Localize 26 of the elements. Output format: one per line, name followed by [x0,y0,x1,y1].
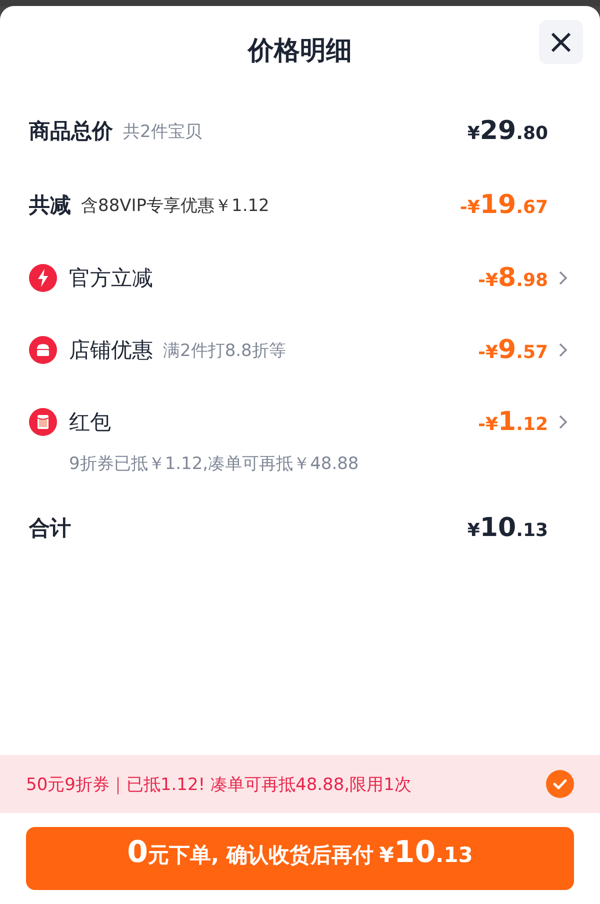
chevron-right-icon[interactable] [558,414,568,430]
price-value: ¥29.80 [467,116,548,146]
row-detail: 9折券已抵￥1.12,凑单可再抵￥48.88 [69,453,360,475]
shop-icon [29,336,57,364]
price-value: -¥9.57 [478,335,548,365]
row-label: 官方立减 [69,265,153,292]
row-note: 共2件宝贝 [123,120,202,142]
price-value: -¥19.67 [460,190,548,220]
lightning-icon [29,264,57,292]
price-value: ¥10.13 [467,513,548,543]
close-button[interactable]: × [539,20,583,64]
checkbox[interactable] [546,770,574,798]
chevron-right-icon[interactable] [558,270,568,286]
row-label: 合计 [29,515,71,542]
envelope-icon [29,408,57,436]
price-value: -¥1.12 [478,407,548,437]
row-label: 红包 [69,409,111,436]
chevron-right-icon[interactable] [558,342,568,358]
row-label: 商品总价 [29,118,113,145]
row-label: 店铺优惠 [69,337,153,364]
coupon-text: 50元9折券｜已抵1.12! 凑单可再抵48.88,限用1次 [26,774,412,796]
row-note: 满2件打8.8折等 [163,340,286,362]
sheet-title: 价格明细 [248,34,352,68]
row-note: 含88VIP专享优惠￥1.12 [81,194,270,216]
price-value: -¥8.98 [478,263,548,293]
row-label: 共减 [29,192,71,219]
